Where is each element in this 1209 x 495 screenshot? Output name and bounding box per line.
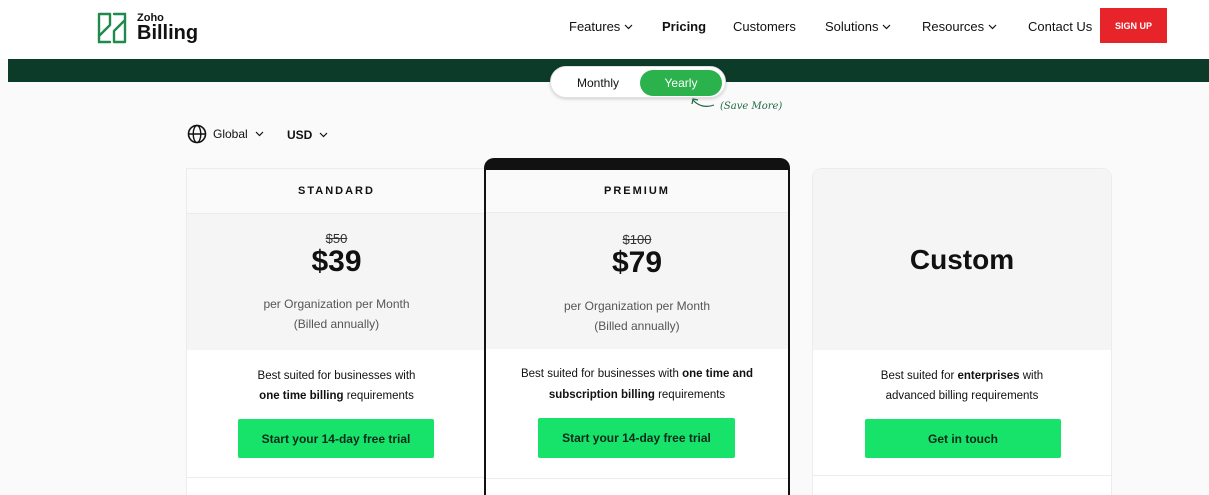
price-section: Custom	[813, 169, 1111, 350]
nav-resources-label: Resources	[922, 19, 985, 34]
chevron-down-icon	[883, 24, 891, 29]
plan-description-line2: one time billing requirements	[259, 390, 414, 402]
nav-contact-us[interactable]: Contact Us	[1028, 19, 1092, 34]
globe-icon	[187, 124, 207, 144]
nav-solutions-label: Solutions	[825, 19, 879, 34]
region-label: Global	[213, 127, 248, 141]
plan-description-line2: subscription billing requirements	[548, 389, 726, 401]
chevron-down-icon	[319, 132, 328, 138]
plan-description-line1: Best suited for enterprises with	[880, 370, 1044, 382]
nav-customers[interactable]: Customers	[733, 19, 796, 34]
current-price: $79	[611, 246, 663, 279]
chevron-down-icon	[255, 131, 264, 137]
nav-contact-us-label: Contact Us	[1028, 19, 1093, 34]
get-in-touch-button[interactable]: Get in touch	[865, 419, 1061, 458]
price-unit: per Organization per Month	[263, 297, 410, 311]
logo-wordmark: Zoho Billing	[137, 13, 199, 44]
top-navigation-bar: Zoho Billing Features Pricing Customers …	[0, 0, 1209, 59]
price-unit: per Organization per Month	[563, 299, 711, 313]
chevron-down-icon	[624, 24, 633, 29]
billing-note: (Billed annually)	[594, 319, 680, 333]
nav-customers-label: Customers	[733, 19, 796, 34]
currency-label: USD	[287, 128, 313, 142]
save-more-note: (Save More)	[720, 101, 783, 112]
plan-card-premium: PREMIUM $100 $79 per Organization per Mo…	[484, 158, 790, 495]
price-section: $100 $79 per Organization per Month (Bil…	[486, 213, 788, 349]
plan-card-custom: Custom Best suited for enterprises with …	[812, 168, 1112, 495]
chevron-down-icon	[988, 24, 997, 29]
nav-pricing[interactable]: Pricing	[662, 19, 706, 34]
zoho-billing-logo-icon	[97, 12, 127, 44]
toggle-monthly[interactable]: Monthly	[558, 70, 638, 96]
custom-plan-title: Custom	[909, 244, 1015, 275]
nav-features-label: Features	[569, 19, 621, 34]
divider	[486, 478, 788, 479]
divider	[187, 477, 486, 478]
price-section: $50 $39 per Organization per Month (Bill…	[187, 214, 486, 350]
sign-up-button[interactable]: SIGN UP	[1100, 8, 1167, 43]
curved-arrow-icon	[691, 98, 715, 107]
zoho-billing-logo[interactable]: Zoho Billing	[93, 10, 198, 46]
billing-note: (Billed annually)	[293, 317, 380, 331]
nav-resources[interactable]: Resources	[922, 19, 997, 34]
start-trial-button[interactable]: Start your 14-day free trial	[538, 418, 735, 458]
plan-description-line1: Best suited for businesses with	[257, 370, 416, 382]
start-trial-button[interactable]: Start your 14-day free trial	[238, 419, 434, 458]
original-price: $100	[622, 232, 652, 247]
plan-description-line2: advanced billing requirements	[885, 390, 1039, 402]
divider	[813, 475, 1111, 476]
original-price: $50	[325, 231, 348, 246]
nav-pricing-label: Pricing	[662, 19, 707, 34]
plan-name: STANDARD	[187, 169, 486, 214]
logo-big-text: Billing	[137, 22, 199, 44]
currency-selector[interactable]: USD	[287, 128, 328, 142]
region-selector[interactable]: Global	[187, 124, 264, 144]
current-price: $39	[311, 245, 362, 278]
plan-card-standard: STANDARD $50 $39 per Organization per Mo…	[186, 168, 486, 495]
toggle-yearly[interactable]: Yearly	[640, 70, 722, 96]
nav-solutions[interactable]: Solutions	[825, 19, 891, 34]
plan-name: PREMIUM	[486, 170, 788, 213]
billing-period-toggle: Monthly Yearly	[550, 66, 726, 98]
plan-description-line1: Best suited for businesses with one time…	[520, 368, 754, 380]
nav-features[interactable]: Features	[569, 19, 633, 34]
